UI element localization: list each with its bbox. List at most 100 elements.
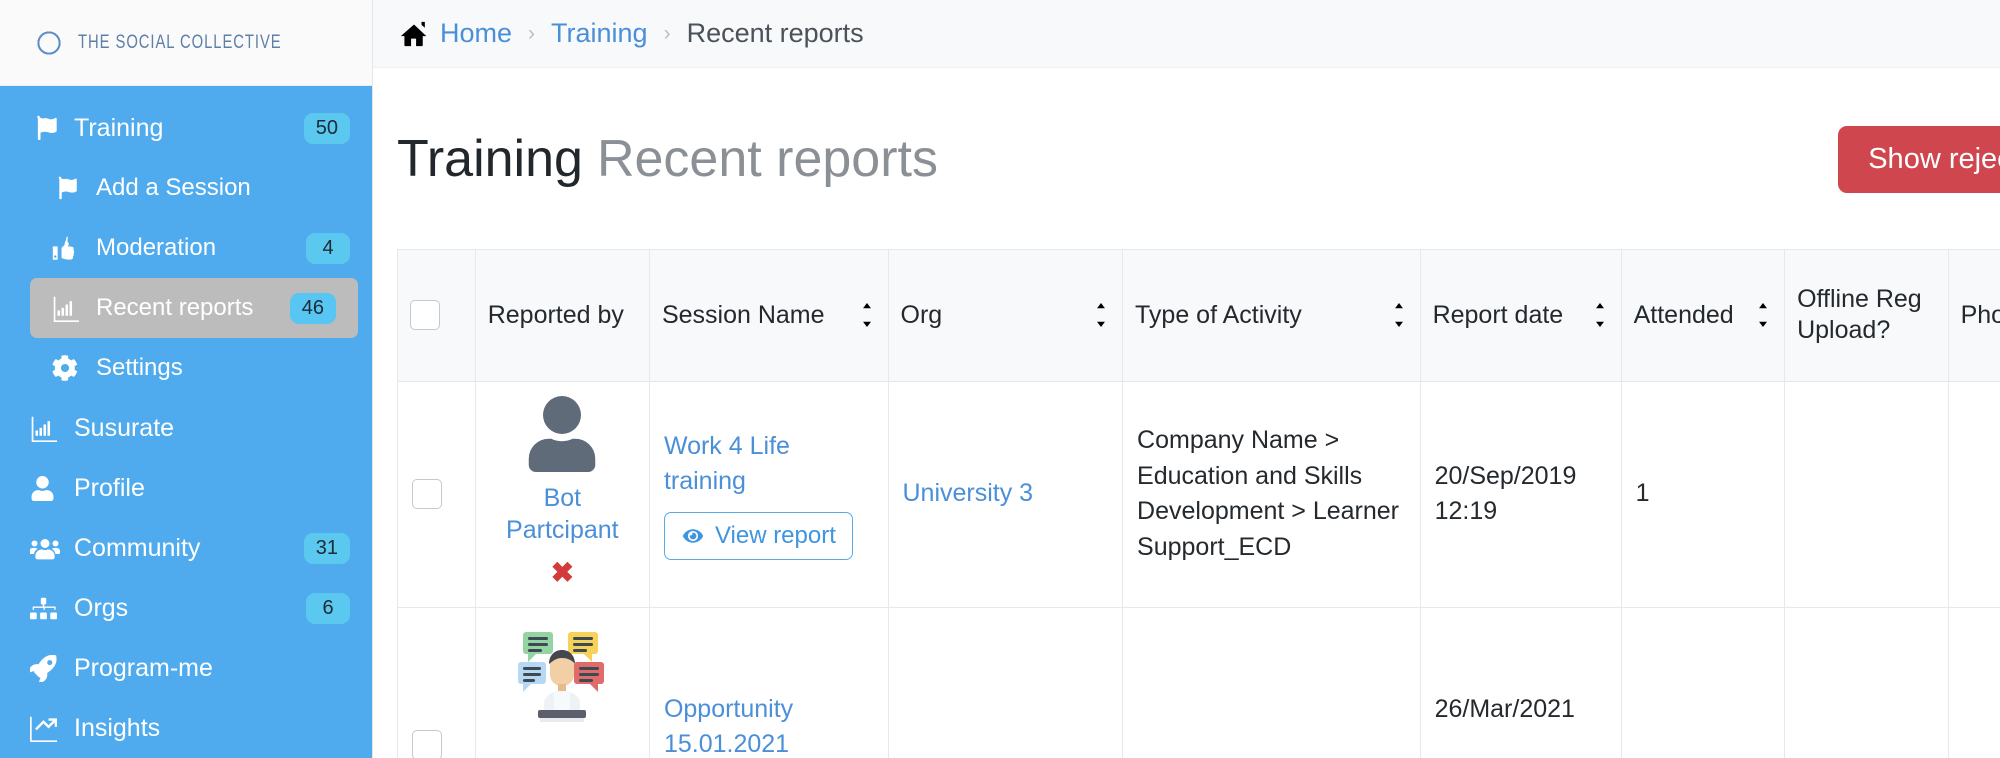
session-name-link[interactable]: Work 4 Life training — [664, 432, 790, 496]
page-title: Training Recent reports — [397, 129, 938, 188]
column-header-reported-by: Reported by — [474, 248, 650, 382]
cell-type-of-activity — [1122, 606, 1421, 758]
row-checkbox[interactable] — [412, 730, 442, 758]
sidebar-item-susurate[interactable]: Susurate — [0, 398, 372, 458]
sidebar-item-label: Community — [74, 533, 201, 562]
sidebar-item-insights[interactable]: Insights — [0, 698, 372, 758]
cell-org — [887, 606, 1124, 758]
column-label: Photo? — [1960, 300, 2000, 329]
column-label: Report date — [1432, 300, 1564, 329]
line-chart-icon — [30, 715, 64, 742]
column-header-report-date[interactable]: Report date — [1419, 248, 1622, 382]
table-body: Bot Partcipant ✖ Work 4 Life training Vi… — [397, 380, 2000, 758]
sidebar-badge-moderation: 4 — [306, 232, 350, 264]
show-rejected-button[interactable]: Show rejected — [1838, 125, 2000, 193]
flag-icon — [52, 175, 86, 201]
breadcrumb-training[interactable]: Training — [551, 18, 648, 49]
table-row: Bot Partcipant ✖ Work 4 Life training Vi… — [397, 380, 2000, 608]
speech-bubbles-presenter-avatar — [490, 622, 635, 722]
sort-updown-icon[interactable] — [1390, 302, 1408, 328]
sort-updown-icon[interactable] — [1754, 302, 1772, 328]
breadcrumb: Home › Training › Recent reports — [373, 0, 2000, 68]
select-all-header — [397, 248, 476, 382]
column-label: Reported by — [487, 300, 624, 329]
user-icon — [30, 475, 64, 501]
flag-icon — [30, 114, 64, 142]
gear-icon — [52, 355, 86, 381]
cell-org: University 3 — [887, 380, 1124, 608]
select-all-checkbox[interactable] — [410, 300, 440, 331]
column-header-org[interactable]: Org — [887, 248, 1124, 382]
home-icon — [399, 19, 440, 49]
page-title-sub: Recent reports — [596, 129, 938, 188]
sidebar-item-label: Profile — [74, 473, 145, 502]
column-header-photo: Photo? — [1947, 248, 2000, 382]
sidebar-nav: Training 50 Add a Session Moderation 4 R… — [0, 86, 372, 758]
reports-table-container: Reported by Session Name Org Type of Act… — [373, 248, 2000, 758]
sidebar-item-orgs[interactable]: Orgs 6 — [0, 578, 372, 638]
table-row: Opportunity 15.01.2021 26/Mar/2021 — [397, 606, 2000, 758]
cell-reported-by: Bot Partcipant ✖ — [474, 380, 650, 608]
sidebar-item-label: Recent reports — [96, 294, 254, 321]
chart-bar-icon — [52, 295, 86, 322]
sidebar-item-profile[interactable]: Profile — [0, 458, 372, 518]
sidebar-item-label: Settings — [96, 354, 183, 381]
cell-report-date: 26/Mar/2021 — [1419, 606, 1622, 758]
row-select-cell — [397, 606, 476, 758]
brand-name: THE SOCIAL COLLECTIVE — [78, 31, 283, 53]
sidebar: THE SOCIAL COLLECTIVE Training 50 Add a … — [0, 0, 372, 758]
sidebar-item-label: Insights — [74, 713, 161, 742]
sidebar-item-settings[interactable]: Settings — [0, 338, 372, 398]
collective-ring-logo-icon — [32, 26, 66, 60]
row-checkbox[interactable] — [412, 479, 442, 510]
table-header-row: Reported by Session Name Org Type of Act… — [397, 248, 2000, 382]
column-header-session-name[interactable]: Session Name — [648, 248, 889, 382]
cell-session-name: Work 4 Life training View report — [648, 380, 889, 608]
users-icon — [30, 533, 64, 563]
org-link[interactable]: University 3 — [903, 479, 1034, 507]
sidebar-item-recent-reports[interactable]: Recent reports 46 — [30, 278, 358, 338]
sort-updown-icon[interactable] — [1092, 302, 1110, 328]
sort-updown-icon[interactable] — [858, 302, 876, 328]
cell-attended: 1 — [1620, 380, 1786, 608]
cell-reported-by — [474, 606, 650, 758]
cell-photo — [1947, 380, 2000, 608]
view-report-label: View report — [714, 521, 836, 549]
brand-header: THE SOCIAL COLLECTIVE — [0, 0, 372, 86]
sidebar-badge-recent-reports: 46 — [289, 292, 336, 324]
user-placeholder-avatar — [490, 395, 635, 472]
breadcrumb-current: Recent reports — [686, 18, 864, 48]
sidebar-item-label: Susurate — [74, 413, 175, 442]
sidebar-item-label: Add a Session — [96, 174, 251, 201]
page-title-main: Training — [397, 129, 583, 188]
reports-table: Reported by Session Name Org Type of Act… — [397, 248, 2000, 758]
sort-updown-icon[interactable] — [1591, 302, 1609, 328]
chart-bar-icon — [30, 415, 64, 442]
column-label: Org — [900, 300, 943, 329]
sidebar-item-moderation[interactable]: Moderation 4 — [0, 218, 372, 278]
sidebar-badge-training: 50 — [303, 112, 350, 144]
page-header: TrainingRecent reports Show rejected — [373, 68, 2000, 249]
sidebar-item-program-me[interactable]: Program-me — [0, 638, 372, 698]
session-name-link[interactable]: Opportunity 15.01.2021 — [664, 695, 793, 758]
sidebar-item-community[interactable]: Community 31 — [0, 518, 372, 578]
reported-by-name[interactable]: Bot Partcipant — [490, 482, 635, 547]
column-header-type-of-activity[interactable]: Type of Activity — [1122, 248, 1421, 382]
sidebar-item-add-a-session[interactable]: Add a Session — [0, 158, 372, 218]
sitemap-icon — [30, 595, 64, 622]
column-label: Offline Reg Upload? — [1797, 284, 1922, 345]
table-head: Reported by Session Name Org Type of Act… — [397, 248, 2000, 382]
cell-offline-reg-upload — [1784, 380, 1949, 608]
sidebar-item-label: Training — [74, 113, 164, 142]
row-select-cell — [397, 380, 476, 608]
main-content: Home › Training › Recent reports Trainin… — [372, 0, 2000, 758]
breadcrumb-home[interactable]: Home — [440, 18, 512, 49]
column-label: Type of Activity — [1135, 300, 1302, 329]
sidebar-item-training[interactable]: Training 50 — [0, 98, 372, 158]
app-root: THE SOCIAL COLLECTIVE Training 50 Add a … — [0, 0, 2000, 758]
cell-attended — [1620, 606, 1786, 758]
sidebar-item-label: Moderation — [96, 234, 217, 261]
view-report-button[interactable]: View report — [663, 511, 853, 560]
cell-offline-reg-upload — [1784, 606, 1949, 758]
column-header-attended[interactable]: Attended — [1620, 248, 1786, 382]
